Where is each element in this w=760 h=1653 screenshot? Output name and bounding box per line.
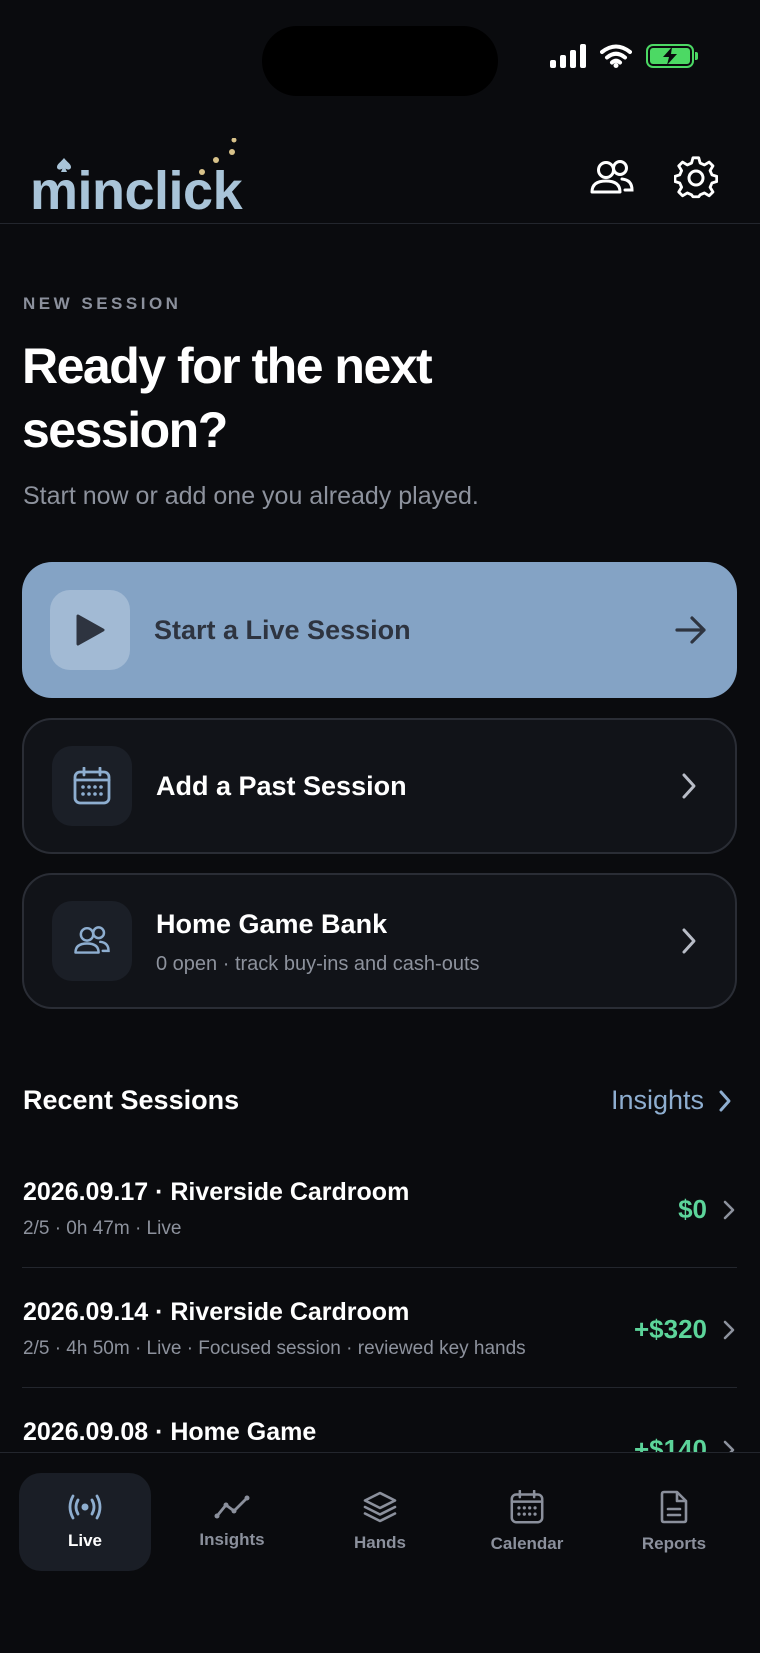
home-game-bank-label: Home Game Bank: [156, 909, 388, 939]
add-past-session-button[interactable]: Add a Past Session: [22, 718, 737, 854]
calendar-icon-tile: [52, 746, 132, 826]
chevron-right-icon: [723, 1320, 735, 1340]
tab-label: Calendar: [490, 1534, 564, 1553]
session-result: +$320: [633, 1314, 707, 1344]
home-game-bank-button[interactable]: Home Game Bank 0 open · track buy-ins an…: [22, 873, 737, 1009]
session-row[interactable]: 2026.09.17 · Riverside Cardroom 2/5 · 0h…: [22, 1148, 737, 1268]
add-past-session-label: Add a Past Session: [156, 770, 407, 801]
people-icon: [74, 926, 110, 954]
session-result: $0: [678, 1194, 707, 1224]
gear-icon: [674, 156, 718, 199]
page-title: Ready for the next session?: [22, 338, 433, 458]
session-title: 2026.09.14 · Riverside Cardroom: [23, 1298, 410, 1326]
settings-button[interactable]: [668, 150, 724, 206]
session-title: 2026.09.08 · Home Game: [23, 1418, 317, 1446]
chevron-right-icon: [671, 923, 707, 959]
document-icon: [660, 1490, 688, 1524]
tab-reports[interactable]: Reports: [608, 1473, 740, 1571]
tab-label: Live: [67, 1531, 103, 1550]
layers-icon: [363, 1491, 397, 1523]
session-details: 2/5 · 4h 50m · Live · Focused session · …: [23, 1338, 526, 1359]
logo-spark-icon: [199, 138, 237, 175]
session-row[interactable]: 2026.09.14 · Riverside Cardroom 2/5 · 4h…: [22, 1268, 737, 1388]
tab-label: Insights: [199, 1530, 265, 1549]
tab-label: Hands: [354, 1533, 406, 1552]
broadcast-icon: [68, 1494, 102, 1520]
insights-link-label: Insights: [610, 1085, 704, 1115]
session-details: 2/5 · 0h 47m · Live: [23, 1218, 182, 1239]
chevron-right-icon: [723, 1200, 735, 1220]
tab-insights[interactable]: Insights: [166, 1473, 298, 1571]
page-subtitle: Start now or add one you already played.: [23, 482, 479, 510]
section-eyebrow: NEW SESSION: [23, 294, 182, 313]
app-header: minclick: [0, 120, 760, 224]
start-live-session-label: Start a Live Session: [154, 614, 411, 645]
battery-charging-icon: [646, 44, 698, 68]
dynamic-island: [262, 26, 498, 96]
calendar-icon: [510, 1490, 544, 1524]
people-icon-tile: [52, 901, 132, 981]
start-live-session-button[interactable]: Start a Live Session: [22, 562, 737, 698]
logo-spade-icon: [57, 158, 71, 172]
people-icon: [590, 160, 634, 194]
trend-icon: [214, 1495, 250, 1519]
cellular-signal-icon: [550, 44, 586, 68]
wifi-icon: [600, 44, 632, 68]
tab-hands[interactable]: Hands: [314, 1473, 446, 1571]
chevron-right-icon: [719, 1090, 731, 1111]
play-icon: [76, 614, 105, 646]
calendar-icon: [73, 767, 111, 805]
arrow-right-icon: [673, 612, 709, 648]
app-screen: minclick NEW SESSION Ready for the next …: [0, 0, 760, 1653]
insights-link[interactable]: Insights: [611, 1085, 732, 1116]
tab-label: Reports: [641, 1534, 707, 1553]
bottom-tab-bar: Live Insights Hands Calendar Reports: [0, 1452, 760, 1653]
tab-calendar[interactable]: Calendar: [461, 1473, 593, 1571]
players-button[interactable]: [584, 150, 640, 206]
play-icon-tile: [50, 590, 130, 670]
recent-sessions-title: Recent Sessions: [23, 1085, 240, 1115]
session-title: 2026.09.17 · Riverside Cardroom: [23, 1178, 410, 1206]
chevron-right-icon: [671, 768, 707, 804]
status-bar: [550, 44, 698, 68]
tab-live[interactable]: Live: [19, 1473, 151, 1571]
home-game-bank-subtitle: 0 open · track buy-ins and cash-outs: [156, 953, 480, 975]
